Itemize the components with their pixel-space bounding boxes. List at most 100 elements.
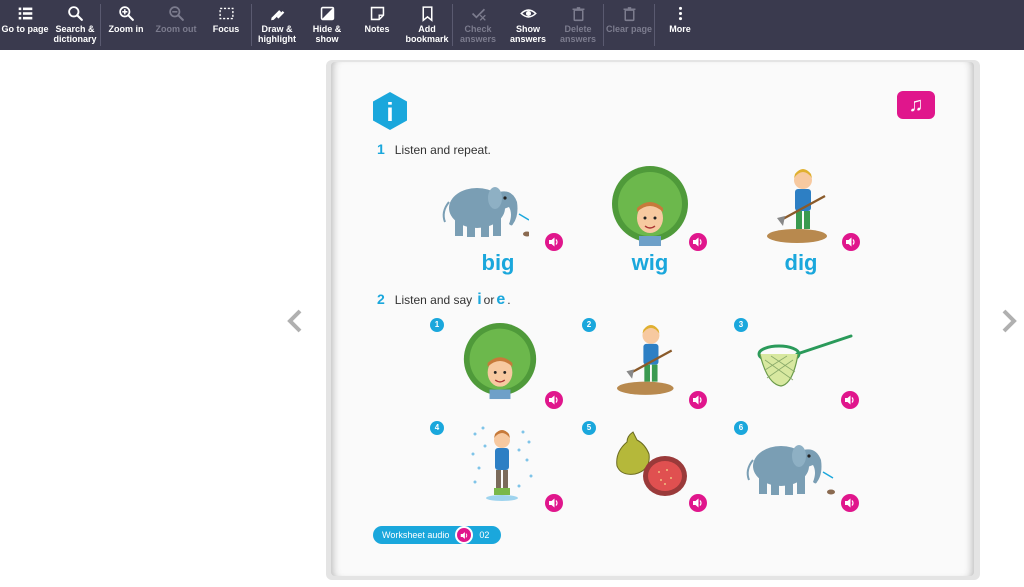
show-answers-label: Show answers — [509, 24, 547, 44]
notes-button[interactable]: Notes — [352, 0, 402, 50]
check-icon — [471, 8, 486, 21]
check-answers-label: Check answers — [459, 24, 497, 44]
elephant-picture — [442, 187, 529, 237]
zoom-out-label: Zoom out — [155, 24, 197, 34]
previous-page-button[interactable] — [284, 308, 306, 334]
focus-button[interactable]: Focus — [201, 0, 251, 50]
trash-icon — [623, 7, 635, 22]
exercise-2-instruction: 2 Listen and say i or e . — [377, 291, 511, 309]
dig-audio-button[interactable] — [842, 233, 860, 251]
digging-boy-picture — [767, 169, 827, 243]
delete-answers-label: Delete answers — [559, 24, 597, 44]
zoom-out-icon — [168, 6, 184, 21]
exercise-1-number: 1 — [377, 141, 385, 157]
worksheet-audio-button[interactable]: Worksheet audio 02 — [373, 526, 501, 544]
search-dictionary-label: Search & dictionary — [53, 24, 97, 44]
item-2-audio-button[interactable] — [689, 391, 707, 409]
more-vertical-icon — [678, 6, 682, 21]
speaker-icon — [549, 237, 558, 247]
exercise-1-text: Listen and repeat. — [394, 143, 491, 157]
add-bookmark-label: Add bookmark — [405, 24, 449, 44]
hide-show-icon — [320, 6, 334, 21]
pen-icon — [270, 10, 284, 21]
wig-audio-button[interactable] — [689, 233, 707, 251]
go-to-page-button[interactable]: Go to page — [0, 0, 50, 50]
search-icon — [67, 6, 83, 21]
note-icon — [370, 6, 384, 21]
speaker-icon — [549, 498, 558, 508]
list-icon — [18, 7, 32, 20]
item-4-wet-boy-picture — [471, 426, 533, 501]
item-5-audio-button[interactable] — [689, 494, 707, 512]
speaker-icon — [549, 395, 558, 405]
item-1-audio-button[interactable] — [545, 391, 563, 409]
exercise-2-text: Listen and say — [394, 293, 473, 307]
speaker-icon — [693, 237, 702, 247]
search-dictionary-button[interactable]: Search & dictionary — [50, 0, 100, 50]
exercise-2-number: 2 — [377, 291, 385, 307]
add-bookmark-button[interactable]: Add bookmark — [402, 0, 452, 50]
zoom-in-button[interactable]: Zoom in — [101, 0, 151, 50]
speaker-icon — [846, 237, 855, 247]
trash-icon — [572, 7, 584, 22]
item-number-2: 2 — [582, 318, 596, 332]
next-page-button[interactable] — [998, 308, 1020, 334]
draw-highlight-button[interactable]: Draw & highlight — [252, 0, 302, 50]
item-4-audio-button[interactable] — [545, 494, 563, 512]
letter-e: e — [496, 291, 506, 308]
chevron-right-icon — [1002, 309, 1017, 333]
zoom-in-icon — [118, 6, 134, 21]
show-answers-button[interactable]: Show answers — [503, 0, 553, 50]
speaker-icon — [693, 395, 702, 405]
music-notes-icon: ♫ — [908, 94, 924, 116]
zoom-in-label: Zoom in — [108, 24, 144, 34]
item-6-audio-button[interactable] — [841, 494, 859, 512]
hide-show-label: Hide & show — [312, 24, 342, 44]
go-to-page-label: Go to page — [1, 24, 49, 34]
toolbar: Go to page Search & dictionary Zoom in Z… — [0, 0, 1024, 50]
draw-highlight-label: Draw & highlight — [258, 24, 296, 44]
more-button[interactable]: More — [655, 0, 705, 50]
chevron-left-icon — [287, 309, 302, 333]
exercise-2-period: . — [507, 293, 511, 307]
delete-answers-button[interactable]: Delete answers — [553, 0, 603, 50]
exercise-2-or: or — [483, 293, 495, 307]
exercise-1-instruction: 1 Listen and repeat. — [377, 141, 491, 157]
clear-page-button[interactable]: Clear page — [604, 0, 654, 50]
eye-icon — [519, 9, 537, 18]
speaker-icon — [693, 498, 702, 508]
speaker-icon — [845, 498, 854, 508]
item-number-1: 1 — [430, 318, 444, 332]
item-number-5: 5 — [582, 421, 596, 435]
word-wig: wig — [631, 250, 669, 275]
notes-label: Notes — [364, 24, 390, 34]
word-dig: dig — [784, 250, 818, 275]
big-audio-button[interactable] — [545, 233, 563, 251]
clear-page-label: Clear page — [605, 24, 653, 34]
hide-show-button[interactable]: Hide & show — [302, 0, 352, 50]
word-big: big — [481, 250, 515, 275]
worksheet-audio-label: Worksheet audio — [382, 530, 450, 540]
zoom-out-button[interactable]: Zoom out — [151, 0, 201, 50]
wig-boy-picture — [612, 166, 688, 246]
book-page: i ♫ 1 Listen and repeat. big wig dig 2 L… — [331, 62, 974, 576]
info-hexagon-icon: i — [373, 92, 407, 130]
worksheet-audio-number: 02 — [479, 530, 490, 540]
item-3-audio-button[interactable] — [841, 391, 859, 409]
focus-label: Focus — [212, 24, 240, 34]
item-2-dig-picture — [617, 325, 674, 395]
speaker-icon — [845, 395, 854, 405]
letter-i: i — [477, 291, 482, 308]
item-3-net-picture — [757, 334, 853, 387]
speaker-icon — [455, 526, 474, 544]
item-5-figs-picture — [616, 431, 687, 496]
music-button[interactable]: ♫ — [897, 91, 935, 119]
more-label: More — [669, 24, 691, 34]
badge-letter: i — [386, 97, 393, 127]
item-number-3: 3 — [734, 318, 748, 332]
item-number-4: 4 — [430, 421, 444, 435]
focus-icon — [218, 7, 234, 20]
bookmark-icon — [421, 6, 433, 22]
item-1-wig-picture — [463, 322, 537, 400]
check-answers-button[interactable]: Check answers — [453, 0, 503, 50]
